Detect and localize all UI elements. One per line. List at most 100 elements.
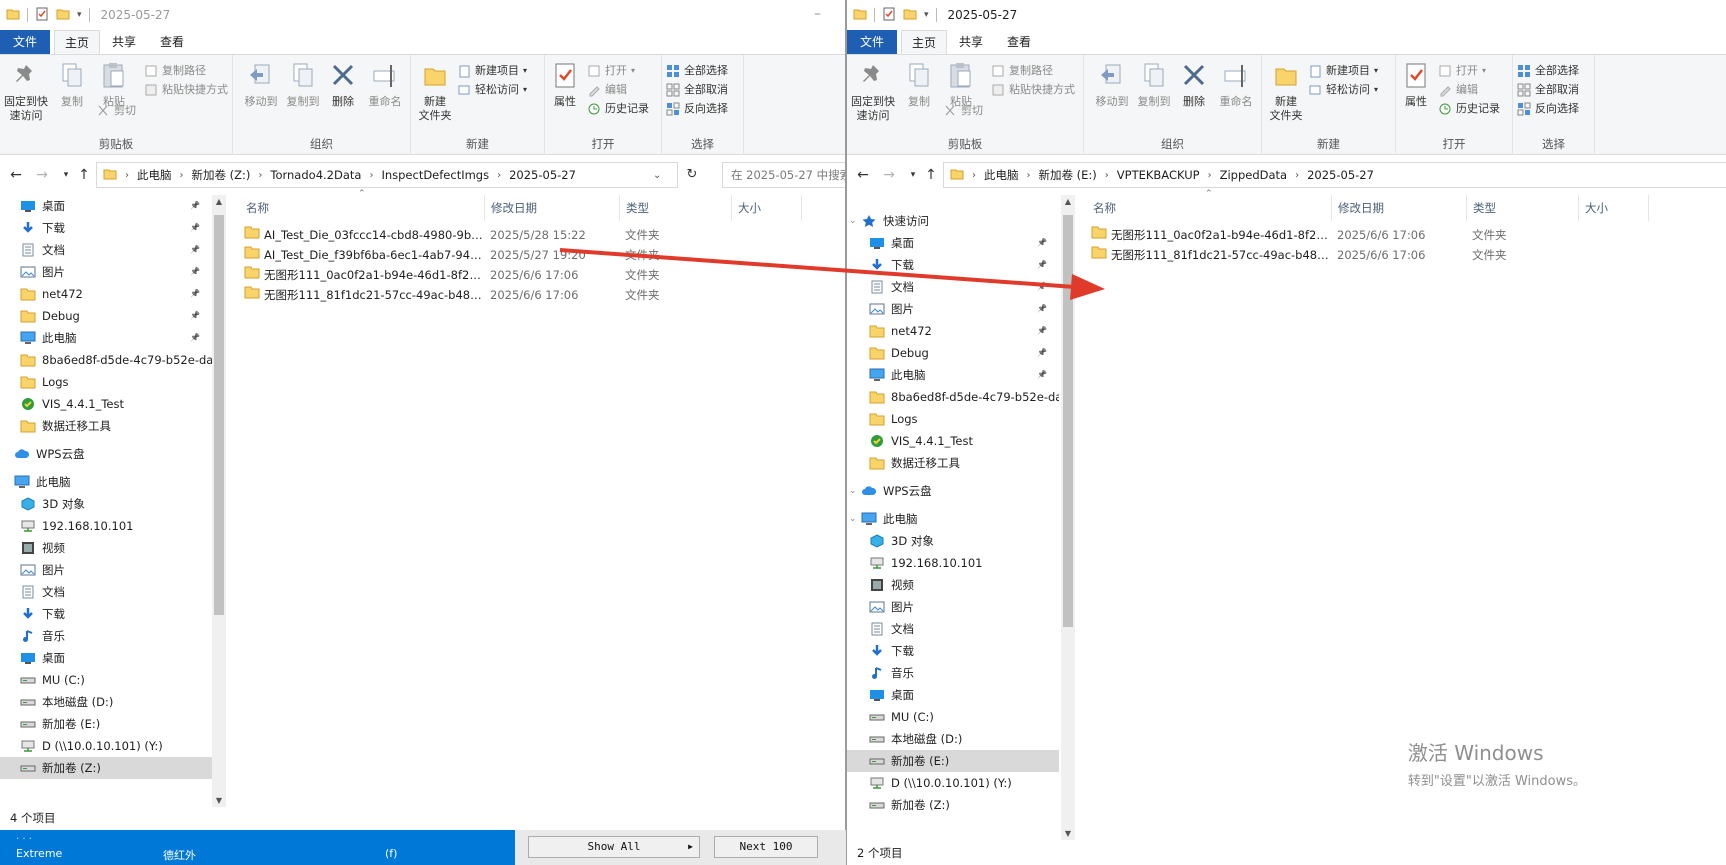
tab-view[interactable]: 查看 [150,30,194,54]
breadcrumb-tornado[interactable]: Tornado4.2Data [270,168,361,182]
pin-icon[interactable]: 📌 [1037,342,1047,364]
scrollbar-thumb[interactable] [1063,215,1073,627]
new-item-button[interactable]: 新建项目 ▾ [1308,62,1378,80]
new-item-button[interactable]: 新建项目 ▾ [457,62,527,80]
chevron-down-icon[interactable]: ⌄ [653,170,661,181]
rename-button[interactable]: 重命名 [363,61,407,109]
nav-item[interactable]: 3D 对象 [847,530,1059,552]
column-size[interactable]: 大小 [732,195,802,221]
nav-item[interactable]: 图片 [847,596,1059,618]
nav-scrollbar[interactable]: ▲ ▼ [1061,195,1075,840]
pin-icon[interactable]: 📌 [190,261,200,283]
nav-item[interactable]: ⌄ 此电脑 [847,508,1059,530]
column-type[interactable]: 类型 [620,195,732,221]
customize-quick-access-icon[interactable]: ▾ [77,10,82,20]
nav-item[interactable]: 192.168.10.101 [847,552,1059,574]
nav-item[interactable]: 下载 [0,603,212,625]
nav-item[interactable]: 音乐 [847,662,1059,684]
tab-file[interactable]: 文件 [847,30,897,54]
nav-item[interactable]: 此电脑 📌 [847,364,1059,386]
copy-path-button[interactable]: 复制路径 [144,62,206,80]
nav-item[interactable]: 8ba6ed8f-d5de-4c79-b52e-da [0,349,212,371]
nav-item[interactable]: 本地磁盘 (D:) [0,691,212,713]
column-name[interactable]: 名称 [1087,195,1332,221]
invert-selection-button[interactable]: 反向选择 [666,100,728,118]
back-button[interactable]: ← [8,166,24,184]
show-all-button[interactable]: Show All ▶ [528,836,700,858]
pin-icon[interactable]: 📌 [1037,298,1047,320]
next-100-button[interactable]: Next 100 [714,836,818,858]
tab-file[interactable]: 文件 [0,30,50,54]
nav-item[interactable]: 桌面 📌 [847,232,1059,254]
breadcrumb-date[interactable]: 2025-05-27 [509,168,576,182]
edit-button[interactable]: 编辑 [587,81,627,99]
nav-item[interactable]: 3D 对象 [0,493,212,515]
nav-item[interactable]: 新加卷 (E:) [0,713,212,735]
select-all-button[interactable]: 全部选择 [1517,62,1579,80]
properties-button[interactable]: 属性 [1398,61,1434,109]
recent-locations-button[interactable]: ▾ [58,166,74,184]
pin-icon[interactable]: 📌 [190,217,200,239]
pin-icon[interactable]: 📌 [190,283,200,305]
nav-item[interactable]: 新加卷 (Z:) [0,757,212,779]
select-all-button[interactable]: 全部选择 [666,62,728,80]
file-row[interactable]: 无图形111_0ac0f2a1-b94e-46d1-8f22-... 2025/6… [240,265,845,285]
nav-item[interactable]: net472 📌 [847,320,1059,342]
nav-item[interactable]: 192.168.10.101 [0,515,212,537]
pin-icon[interactable]: 📌 [190,239,200,261]
nav-item[interactable]: Logs [0,371,212,393]
nav-item[interactable]: 图片 📌 [0,261,212,283]
cut-button[interactable]: 剪切 [943,102,983,120]
nav-item[interactable]: 此电脑 📌 [0,327,212,349]
paste-shortcut-button[interactable]: 粘贴快捷方式 [991,81,1075,99]
column-type[interactable]: 类型 [1467,195,1579,221]
column-size[interactable]: 大小 [1579,195,1649,221]
nav-item[interactable]: net472 📌 [0,283,212,305]
pin-icon[interactable]: 📌 [190,195,200,217]
scroll-down-icon[interactable]: ▼ [212,796,226,805]
address-bar[interactable]: › 此电脑 › 新加卷 (E:) › VPTEKBACKUP › ZippedD… [943,162,1726,188]
nav-item[interactable]: 本地磁盘 (D:) [847,728,1059,750]
nav-item[interactable]: ⌄ WPS云盘 [847,480,1059,502]
history-button[interactable]: 历史记录 [1438,100,1500,118]
breadcrumb-this-pc[interactable]: 此电脑 [137,167,172,183]
easy-access-button[interactable]: 轻松访问 ▾ [1308,81,1378,99]
nav-item[interactable]: 音乐 [0,625,212,647]
nav-item[interactable]: 文档 [0,581,212,603]
nav-item[interactable]: MU (C:) [847,706,1059,728]
tab-home[interactable]: 主页 [54,30,100,54]
nav-item[interactable]: Logs [847,408,1059,430]
file-row[interactable]: 无图形111_0ac0f2a1-b94e-46d1-8f22-... 2025/6… [1087,225,1726,245]
pin-icon[interactable]: 📌 [1037,364,1047,386]
nav-item[interactable]: 图片 [0,559,212,581]
nav-item[interactable]: MU (C:) [0,669,212,691]
tab-view[interactable]: 查看 [997,30,1041,54]
properties-quick-icon[interactable] [35,7,49,24]
copy-button[interactable]: 复制 [50,61,94,109]
expand-chevron-icon[interactable]: ⌄ [849,508,857,530]
file-row[interactable]: 无图形111_81f1dc21-57cc-49ac-b487-... 2025/6… [1087,245,1726,265]
delete-button[interactable]: 删除 [1176,61,1212,109]
pin-quick-access-button[interactable]: 固定到快 速访问 [4,61,48,123]
delete-button[interactable]: 删除 [325,61,361,109]
pin-icon[interactable]: 📌 [1037,254,1047,276]
up-button[interactable]: ↑ [76,166,92,184]
nav-item[interactable]: D (\\10.0.10.101) (Y:) [0,735,212,757]
properties-quick-icon[interactable] [882,7,896,24]
new-folder-button[interactable]: 新建 文件夹 [413,61,457,123]
nav-item[interactable]: 视频 [847,574,1059,596]
forward-button[interactable]: → [881,166,897,184]
scroll-up-icon[interactable]: ▲ [212,197,226,206]
nav-item[interactable]: 下载 [847,640,1059,662]
tab-share[interactable]: 共享 [949,30,993,54]
open-button[interactable]: 打开 ▾ [587,62,635,80]
pin-icon[interactable]: 📌 [190,327,200,349]
address-bar[interactable]: › 此电脑 › 新加卷 (Z:) › Tornado4.2Data › Insp… [96,162,678,188]
nav-item[interactable]: 新加卷 (E:) [847,750,1059,772]
nav-item[interactable]: 数据迁移工具 [0,415,212,437]
nav-item[interactable]: 下载 📌 [0,217,212,239]
properties-button[interactable]: 属性 [547,61,583,109]
pin-quick-access-button[interactable]: 固定到快 速访问 [851,61,895,123]
cut-button[interactable]: 剪切 [96,102,136,120]
column-modified[interactable]: 修改日期 [1332,195,1467,221]
